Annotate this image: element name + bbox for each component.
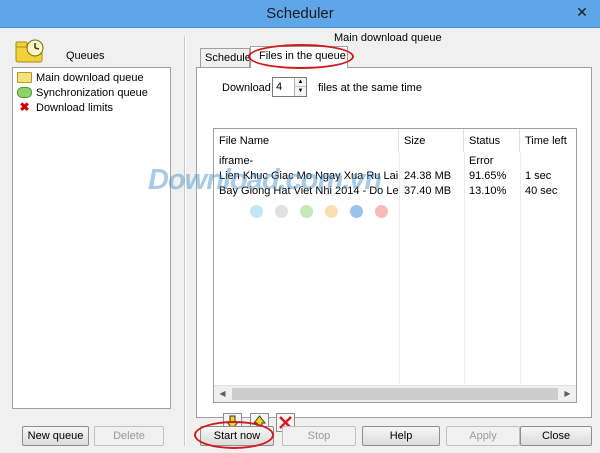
table-row[interactable]: iframe- Error bbox=[214, 154, 576, 169]
queues-clock-icon bbox=[14, 36, 48, 64]
window-close-button[interactable]: ✕ bbox=[572, 2, 592, 22]
cell-time-left: 1 sec bbox=[525, 170, 552, 182]
queue-item-sync[interactable]: Synchronization queue bbox=[13, 85, 170, 100]
queue-item-label: Download limits bbox=[36, 101, 114, 114]
sync-icon bbox=[17, 87, 32, 98]
queue-item-main[interactable]: Main download queue bbox=[13, 70, 170, 85]
tab-schedule[interactable]: Schedule bbox=[200, 48, 250, 67]
download-suffix: files at the same time bbox=[318, 82, 422, 94]
queue-item-label: Synchronization queue bbox=[36, 86, 148, 99]
limit-icon: ✖ bbox=[19, 100, 30, 114]
queue-item-label: Main download queue bbox=[36, 71, 144, 84]
title-bar: Scheduler ✕ bbox=[0, 0, 600, 28]
cell-size: 24.38 MB bbox=[404, 170, 452, 182]
chevron-up-icon[interactable]: ▲ bbox=[294, 78, 306, 87]
column-header-file-name[interactable]: File Name bbox=[214, 129, 399, 152]
apply-button[interactable]: Apply bbox=[446, 426, 520, 446]
folder-icon bbox=[17, 72, 32, 83]
column-header-time-left[interactable]: Time left bbox=[520, 129, 576, 152]
cell-file-name: Bay Giong Hat Viet Nhi 2014 - Do Le ... bbox=[219, 185, 399, 197]
file-table[interactable]: File Name Size Status Time left iframe- … bbox=[213, 128, 577, 403]
column-header-size[interactable]: Size bbox=[399, 129, 464, 152]
new-queue-button[interactable]: New queue bbox=[22, 426, 89, 446]
table-row[interactable]: Lien Khuc Giac Mo Ngay Xua Ru Lai ... 24… bbox=[214, 169, 576, 184]
stop-button[interactable]: Stop bbox=[282, 426, 356, 446]
download-count-value: 4 bbox=[276, 81, 283, 93]
files-tab-panel: Download 4 ▲ ▼ files at the same time Fi… bbox=[196, 67, 592, 432]
download-count-stepper[interactable]: 4 ▲ ▼ bbox=[272, 77, 307, 97]
chevron-down-icon[interactable]: ▼ bbox=[294, 87, 306, 96]
cell-file-name: Lien Khuc Giac Mo Ngay Xua Ru Lai ... bbox=[219, 170, 399, 182]
queues-title: Queues bbox=[66, 50, 105, 62]
tab-files-in-queue[interactable]: Files in the queue bbox=[250, 46, 348, 68]
queue-header: Main download queue bbox=[334, 32, 442, 44]
table-header: File Name Size Status Time left bbox=[214, 129, 576, 152]
delete-queue-button[interactable]: Delete bbox=[94, 426, 164, 446]
queue-list[interactable]: Main download queue Synchronization queu… bbox=[12, 67, 171, 409]
cell-size bbox=[399, 154, 464, 169]
cell-time-left bbox=[520, 154, 576, 169]
table-row[interactable]: Bay Giong Hat Viet Nhi 2014 - Do Le ... … bbox=[214, 184, 576, 199]
scrollbar-thumb[interactable] bbox=[232, 388, 558, 400]
start-now-button[interactable]: Start now bbox=[200, 426, 274, 446]
column-header-status[interactable]: Status bbox=[464, 129, 520, 152]
horizontal-scrollbar[interactable]: ◀ ▶ bbox=[214, 385, 576, 402]
cell-status: 91.65% bbox=[469, 170, 507, 182]
scroll-right-icon[interactable]: ▶ bbox=[559, 386, 576, 402]
cell-status: Error bbox=[469, 155, 494, 167]
queue-item-limits[interactable]: ✖ Download limits bbox=[13, 100, 170, 115]
close-button[interactable]: Close bbox=[520, 426, 592, 446]
window-title: Scheduler bbox=[266, 5, 334, 22]
scheduler-client: Queues Main download queue Synchronizati… bbox=[6, 28, 594, 447]
panel-divider bbox=[184, 36, 186, 446]
cell-time-left: 40 sec bbox=[525, 185, 558, 197]
download-label: Download bbox=[222, 82, 271, 94]
scroll-left-icon[interactable]: ◀ bbox=[214, 386, 231, 402]
cell-status: 13.10% bbox=[469, 185, 507, 197]
cell-size: 37.40 MB bbox=[404, 185, 452, 197]
cell-file-name: iframe- bbox=[219, 155, 254, 167]
help-button[interactable]: Help bbox=[362, 426, 440, 446]
